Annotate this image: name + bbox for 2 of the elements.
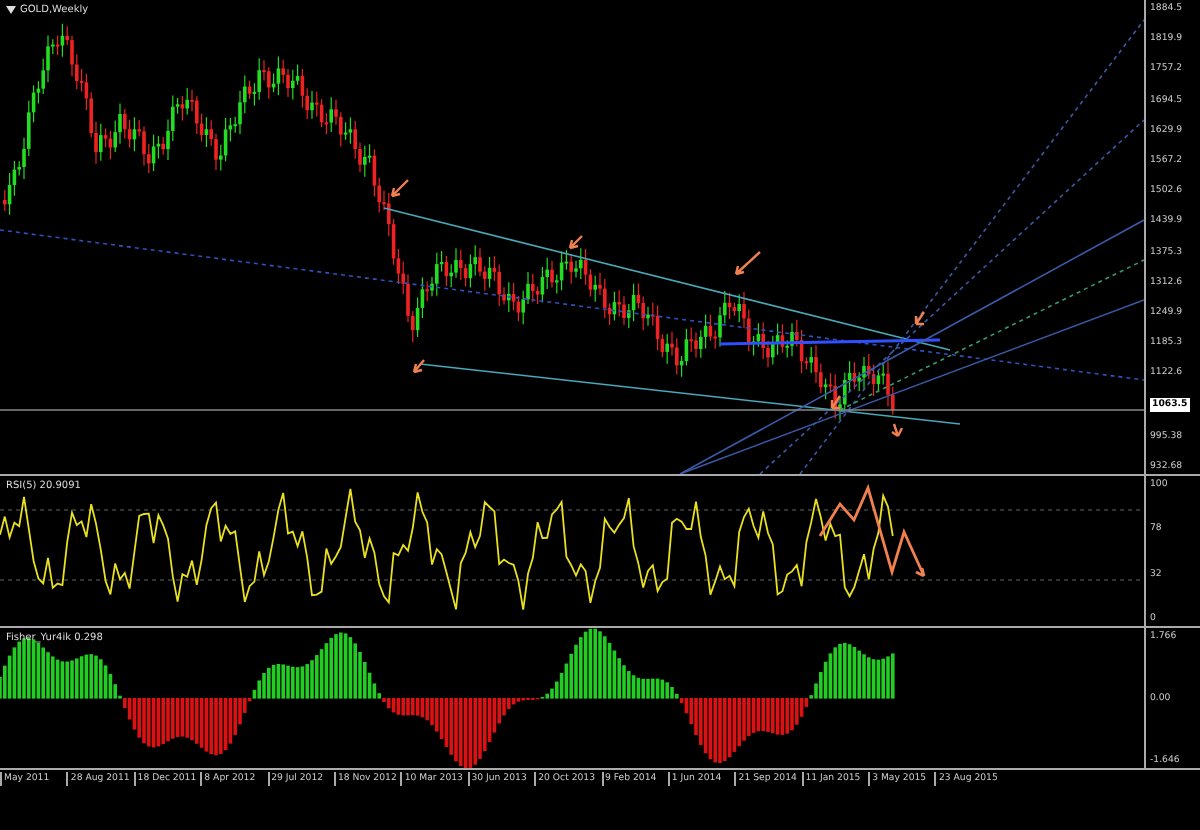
zigzag-arrow-drawing	[818, 483, 926, 578]
dropdown-icon[interactable]	[6, 6, 16, 14]
